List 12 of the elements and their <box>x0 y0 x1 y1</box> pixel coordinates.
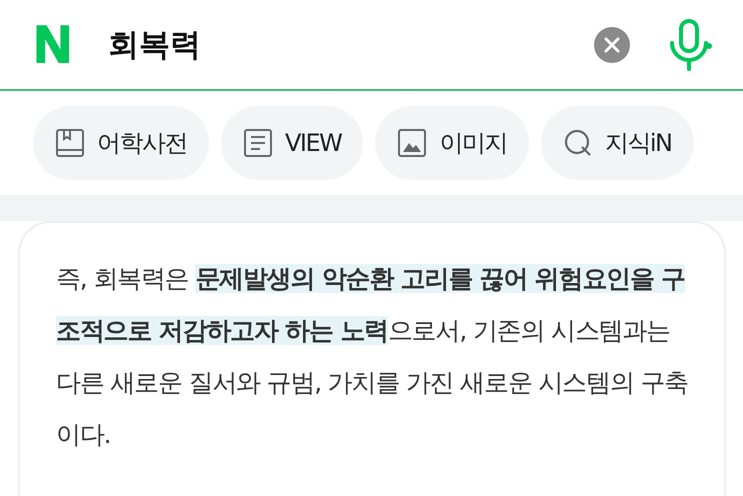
search-tab[interactable]: 어학사전 <box>33 106 209 180</box>
search-tab[interactable]: 지식iN <box>540 106 694 180</box>
clear-icon[interactable] <box>593 26 631 64</box>
document-icon <box>243 128 273 158</box>
search-tab[interactable]: 이미지 <box>375 106 529 180</box>
search-tab[interactable]: VIEW <box>221 106 364 180</box>
microphone-icon[interactable] <box>667 18 713 70</box>
search-field[interactable]: 회복력 <box>108 24 593 66</box>
paragraph: 즉, 회복력은 문제발생의 악순환 고리를 끊어 위험요인을 구조적으로 저감하고자 하는 노력으로서, 기존의 시스템과는 다른 새로운 질서와 규범, 가치를 가진 새로운 시스템의 구축이다. <box>56 263 688 451</box>
book-icon <box>55 128 85 158</box>
q-icon <box>562 128 593 158</box>
image-icon <box>397 128 428 158</box>
